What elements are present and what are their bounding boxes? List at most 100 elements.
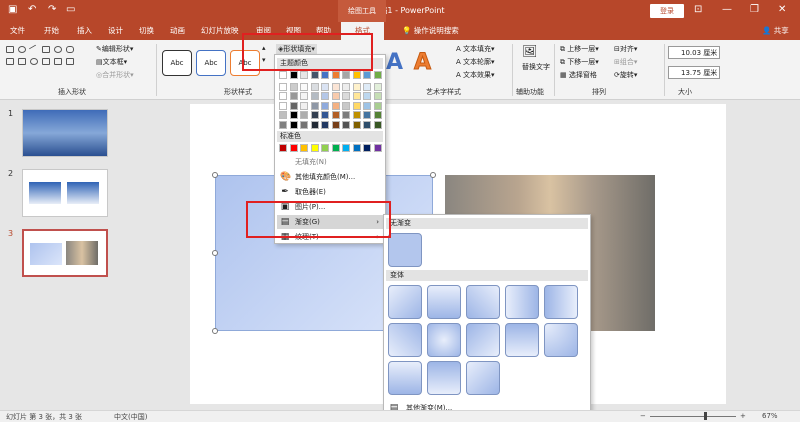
gradient-variant-tile[interactable] bbox=[388, 361, 422, 395]
shape-style-3[interactable]: Abc bbox=[230, 50, 260, 76]
theme-color-swatch[interactable] bbox=[321, 71, 329, 79]
theme-color-swatch[interactable] bbox=[352, 82, 361, 91]
tab-format[interactable]: 格式 bbox=[341, 22, 384, 40]
zoom-out-icon[interactable]: − bbox=[640, 412, 646, 420]
standard-color-swatch[interactable] bbox=[310, 144, 319, 152]
theme-color-swatch[interactable] bbox=[373, 92, 382, 100]
bring-forward-button[interactable]: ⧉ 上移一层▾ bbox=[560, 44, 599, 54]
standard-color-swatch[interactable] bbox=[373, 144, 382, 152]
text-fill-button[interactable]: A 文本填充▾ bbox=[456, 44, 495, 54]
wordart-style-orange[interactable]: A bbox=[413, 50, 431, 76]
theme-color-swatch[interactable] bbox=[331, 111, 340, 119]
selection-pane-button[interactable]: ▦ 选择窗格 bbox=[560, 70, 597, 80]
height-field[interactable]: 10.03 厘米 bbox=[668, 46, 720, 59]
theme-color-swatch[interactable] bbox=[373, 71, 382, 79]
oval-shape-icon[interactable] bbox=[18, 46, 26, 53]
standard-color-swatch[interactable] bbox=[363, 144, 371, 152]
tab-animations[interactable]: 动画 bbox=[170, 25, 185, 36]
theme-color-swatch[interactable] bbox=[321, 92, 329, 100]
more-fill-colors-item[interactable]: 🎨 其他填充颜色(M)... bbox=[277, 170, 383, 184]
slide-thumb-3[interactable] bbox=[22, 229, 108, 277]
theme-color-swatch[interactable] bbox=[373, 120, 382, 129]
theme-color-swatch[interactable] bbox=[363, 120, 371, 129]
merge-shape-button[interactable]: ◎合并形状▾ bbox=[96, 70, 134, 80]
theme-color-swatch[interactable] bbox=[331, 71, 340, 79]
theme-color-swatch[interactable] bbox=[279, 111, 287, 119]
text-outline-button[interactable]: A 文本轮廓▾ bbox=[456, 57, 495, 67]
theme-color-swatch[interactable] bbox=[373, 82, 382, 91]
alt-text-icon[interactable]: 🖼 bbox=[522, 44, 537, 58]
theme-color-swatch[interactable] bbox=[310, 92, 319, 100]
theme-color-swatch[interactable] bbox=[279, 71, 287, 79]
theme-color-swatch[interactable] bbox=[310, 101, 319, 110]
rounded-shape-icon[interactable] bbox=[66, 46, 74, 53]
gradient-variant-tile[interactable] bbox=[388, 285, 422, 319]
theme-color-swatch[interactable] bbox=[363, 82, 371, 91]
theme-color-swatch[interactable] bbox=[289, 101, 298, 110]
theme-color-swatch[interactable] bbox=[279, 120, 287, 129]
theme-color-swatch[interactable] bbox=[352, 101, 361, 110]
theme-color-swatch[interactable] bbox=[331, 120, 340, 129]
standard-color-swatch[interactable] bbox=[289, 144, 298, 152]
standard-color-swatch[interactable] bbox=[352, 144, 361, 152]
no-fill-item[interactable]: 无填充(N) bbox=[277, 155, 383, 169]
group-button[interactable]: ⊞组合▾ bbox=[614, 57, 637, 67]
ribbon-options-icon[interactable]: ⊡ bbox=[694, 4, 702, 15]
gradient-variant-tile[interactable] bbox=[544, 323, 578, 357]
gradient-variant-tile[interactable] bbox=[466, 361, 500, 395]
standard-color-swatch[interactable] bbox=[279, 144, 287, 152]
tab-transitions[interactable]: 切换 bbox=[139, 25, 154, 36]
theme-color-swatch[interactable] bbox=[342, 101, 350, 110]
theme-color-swatch[interactable] bbox=[363, 111, 371, 119]
theme-color-swatch[interactable] bbox=[373, 111, 382, 119]
resize-handle[interactable] bbox=[212, 250, 218, 256]
tab-review[interactable]: 审阅 bbox=[256, 25, 271, 36]
gradient-variant-tile[interactable] bbox=[466, 323, 500, 357]
theme-color-swatch[interactable] bbox=[300, 120, 308, 129]
theme-color-swatch[interactable] bbox=[321, 120, 329, 129]
theme-color-swatch[interactable] bbox=[300, 82, 308, 91]
line-shape-icon[interactable] bbox=[28, 44, 40, 55]
star-shape-icon[interactable] bbox=[30, 58, 38, 65]
theme-color-swatch[interactable] bbox=[279, 82, 287, 91]
theme-color-swatch[interactable] bbox=[331, 101, 340, 110]
circle-shape-icon[interactable] bbox=[54, 46, 62, 53]
theme-color-swatch[interactable] bbox=[342, 111, 350, 119]
theme-color-swatch[interactable] bbox=[342, 71, 350, 79]
standard-color-swatch[interactable] bbox=[321, 144, 329, 152]
minimize-icon[interactable]: — bbox=[722, 4, 732, 15]
tell-me-search[interactable]: 💡 操作说明搜索 bbox=[402, 25, 459, 36]
rect2-shape-icon[interactable] bbox=[42, 46, 50, 53]
style-scroll-down[interactable]: ▾ bbox=[262, 56, 266, 64]
slide-thumb-1[interactable] bbox=[22, 109, 108, 157]
wordart-style-blue[interactable]: A bbox=[386, 50, 403, 75]
zoom-in-icon[interactable]: + bbox=[740, 412, 746, 420]
align-button[interactable]: ⊟对齐▾ bbox=[614, 44, 637, 54]
resize-handle[interactable] bbox=[212, 172, 218, 178]
edit-shape-button[interactable]: ✎编辑形状▾ bbox=[96, 44, 133, 54]
theme-color-swatch[interactable] bbox=[342, 92, 350, 100]
zoom-level[interactable]: 67% bbox=[762, 412, 778, 420]
gradient-variant-tile[interactable] bbox=[388, 323, 422, 357]
tab-view[interactable]: 视图 bbox=[286, 25, 301, 36]
theme-color-swatch[interactable] bbox=[310, 120, 319, 129]
tab-home[interactable]: 开始 bbox=[44, 25, 59, 36]
theme-color-swatch[interactable] bbox=[289, 111, 298, 119]
theme-color-swatch[interactable] bbox=[363, 71, 371, 79]
texture-item[interactable]: ▦ 纹理(T) › bbox=[277, 230, 383, 244]
theme-color-swatch[interactable] bbox=[289, 82, 298, 91]
rect-shape-icon[interactable] bbox=[6, 46, 14, 53]
theme-color-swatch[interactable] bbox=[352, 111, 361, 119]
callout-shape-icon[interactable] bbox=[54, 58, 62, 65]
zoom-slider[interactable] bbox=[650, 416, 736, 417]
theme-color-swatch[interactable] bbox=[352, 120, 361, 129]
triangle-shape-icon[interactable] bbox=[6, 58, 14, 65]
arrow-shape-icon[interactable] bbox=[18, 58, 26, 65]
theme-color-swatch[interactable] bbox=[289, 92, 298, 100]
close-icon[interactable]: ✕ bbox=[778, 4, 786, 15]
restore-icon[interactable]: ❐ bbox=[750, 4, 759, 15]
gradient-variant-tile[interactable] bbox=[505, 285, 539, 319]
curve-shape-icon[interactable] bbox=[66, 58, 74, 65]
resize-handle[interactable] bbox=[212, 328, 218, 334]
standard-color-swatch[interactable] bbox=[331, 144, 340, 152]
